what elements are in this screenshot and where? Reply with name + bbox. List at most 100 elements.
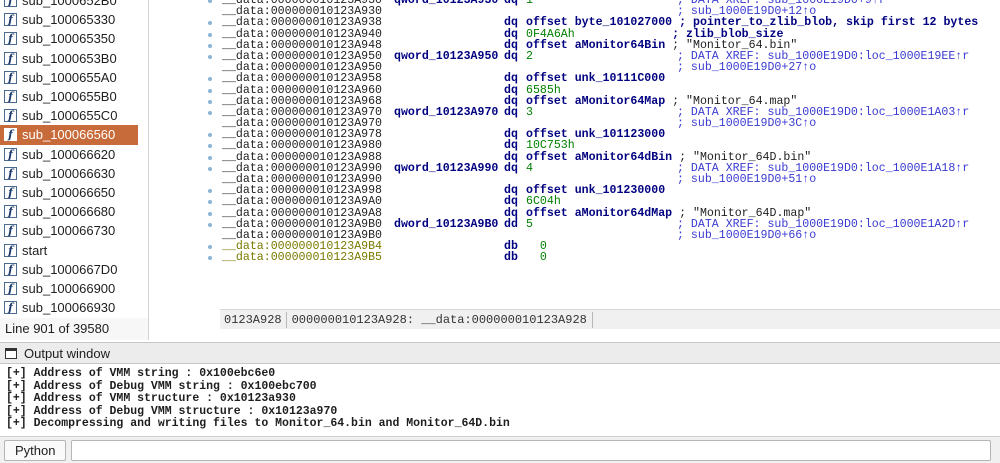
operand-token: offset (526, 206, 575, 220)
function-item[interactable]: f sub_100066560 (0, 125, 138, 145)
function-icon: f (4, 0, 17, 8)
function-item[interactable]: f sub_100066730 (0, 221, 148, 240)
line-marker-icon (208, 200, 212, 205)
function-item[interactable]: f sub_1000655C0 (0, 106, 148, 125)
function-item[interactable]: f sub_1000655A0 (0, 68, 148, 87)
line-marker-icon (208, 133, 212, 138)
output-window-header[interactable]: Output window (0, 342, 1000, 364)
function-list-panel[interactable]: f sub_1000652B0 f sub_100065330 f sub_1000653… (0, 0, 149, 318)
operand-token: 5 (526, 217, 533, 231)
operand-token: aMonitor64dMap (574, 206, 673, 220)
disasm-address[interactable]: __data:000000010123A9B5 (222, 252, 382, 264)
output-window-body[interactable]: [+] Address of VMM string : 0x100ebc6e0 [… (0, 364, 1000, 434)
disasm-address[interactable]: __data:000000010123A980 (222, 140, 382, 152)
function-item[interactable]: f sub_1000652B0 (0, 0, 148, 10)
line-marker-icon (208, 245, 212, 250)
disasm-mnemonic[interactable]: dq (504, 196, 518, 208)
line-count-status: Line 901 of 39580 (0, 318, 149, 340)
function-item[interactable]: f sub_100066620 (0, 145, 148, 164)
function-item[interactable]: f sub_100066680 (0, 202, 148, 221)
disasm-label[interactable]: qword_10123A990 (394, 162, 498, 174)
function-icon: f (4, 281, 17, 295)
function-name: sub_100065350 (22, 31, 116, 47)
operand-token: aMonitor64Map (574, 94, 666, 108)
output-window-title: Output window (24, 345, 110, 361)
disasm-mnemonic[interactable]: db (504, 252, 518, 264)
disasm-label[interactable]: qword_10123A950 (394, 51, 498, 63)
line-marker-icon (208, 155, 212, 160)
disasm-line[interactable]: __data:000000010123A9B5 db 0 (150, 251, 1000, 265)
output-line: [+] Address of VMM structure : 0x10123a9… (6, 392, 296, 405)
language-selector-button[interactable]: Python (4, 439, 67, 461)
function-icon: f (4, 109, 17, 123)
line-marker-icon (208, 43, 212, 48)
disasm-mnemonic[interactable]: dd (504, 218, 518, 230)
output-line: [+] Decompressing and writing files to M… (6, 417, 510, 430)
disassembly-view[interactable]: __data:000000010123A930 qword_10123A930 dq… (150, 0, 1000, 308)
line-marker-icon (208, 0, 212, 3)
disasm-address[interactable]: __data:000000010123A958 (222, 73, 382, 85)
function-item[interactable]: f sub_1000653B0 (0, 49, 148, 68)
function-item[interactable]: f sub_1000667D0 (0, 260, 148, 279)
disasm-operands[interactable]: 4 (526, 163, 533, 175)
disasm-mnemonic[interactable]: dq (504, 162, 518, 174)
disasm-operands[interactable]: 5 (526, 217, 533, 231)
disasm-operands[interactable]: 0 (526, 251, 547, 265)
line-marker-icon (208, 189, 212, 194)
function-name: sub_100066730 (22, 223, 116, 239)
command-input[interactable] (71, 439, 992, 461)
disasm-address[interactable]: __data:000000010123A938 (222, 17, 382, 29)
disasm-mnemonic[interactable]: dq (504, 51, 518, 63)
operand-token: unk_101123000 (574, 128, 666, 142)
function-name: sub_1000655C0 (22, 108, 118, 124)
disasm-mnemonic[interactable]: dq (504, 17, 518, 29)
function-icon: f (4, 166, 17, 180)
function-icon: f (4, 51, 17, 65)
disasm-operands[interactable]: 3 (526, 105, 533, 119)
line-marker-icon (208, 54, 212, 59)
operand-token: offset (526, 150, 575, 164)
disasm-mnemonic[interactable]: dq (504, 106, 518, 118)
function-name: sub_1000655B0 (22, 89, 117, 105)
function-name: sub_100065330 (22, 12, 116, 28)
disasm-operands[interactable]: 2 (526, 51, 533, 63)
disasm-comment: ; sub_1000E19D0+3C↑o (677, 117, 817, 131)
disassembly-lines[interactable]: __data:000000010123A930 qword_10123A930 dq… (150, 0, 1000, 264)
disasm-mnemonic[interactable]: dq (504, 140, 518, 152)
function-item[interactable]: f sub_100066900 (0, 279, 148, 298)
function-icon: f (4, 13, 17, 27)
function-item[interactable]: f sub_100066630 (0, 164, 148, 183)
operand-token: unk_10111C000 (574, 72, 666, 86)
function-name: sub_100066650 (22, 184, 116, 200)
function-item[interactable]: f sub_100066930 (0, 298, 148, 317)
disasm-line[interactable]: __data:000000010123A958 dq offset unk_1011… (150, 72, 1000, 86)
function-list[interactable]: f sub_1000652B0 f sub_100065330 f sub_1000653… (0, 0, 148, 317)
function-icon: f (4, 262, 17, 276)
function-icon: f (4, 70, 17, 84)
disasm-label[interactable]: dword_10123A9B0 (394, 218, 498, 230)
operand-token: 0 (526, 251, 547, 265)
disasm-mnemonic[interactable]: dq (504, 73, 518, 85)
function-item[interactable]: f start (0, 240, 148, 259)
command-bar: Python (0, 436, 1000, 463)
function-item[interactable]: f sub_1000655B0 (0, 87, 148, 106)
window-icon (5, 347, 17, 359)
line-marker-icon (208, 144, 212, 149)
line-marker-icon (208, 211, 212, 216)
operand-token: aMonitor64Bin (574, 38, 666, 52)
line-marker-icon (208, 21, 212, 26)
disassembly-status-bar: 0123A928 000000010123A928: __data:000000… (220, 309, 1000, 329)
function-name: sub_100066630 (22, 165, 116, 181)
function-icon: f (4, 243, 17, 257)
disasm-label[interactable]: qword_10123A970 (394, 106, 498, 118)
function-item[interactable]: f sub_100065330 (0, 10, 148, 29)
function-item[interactable]: f sub_100066650 (0, 183, 148, 202)
function-icon: f (4, 128, 17, 142)
function-icon: f (4, 301, 17, 315)
function-name: sub_100066930 (22, 300, 116, 316)
line-marker-icon (208, 222, 212, 227)
disasm-address[interactable]: __data:000000010123A9A0 (222, 196, 382, 208)
function-item[interactable]: f sub_100065350 (0, 29, 148, 48)
line-marker-icon (208, 77, 212, 82)
operand-token: 3 (526, 105, 533, 119)
